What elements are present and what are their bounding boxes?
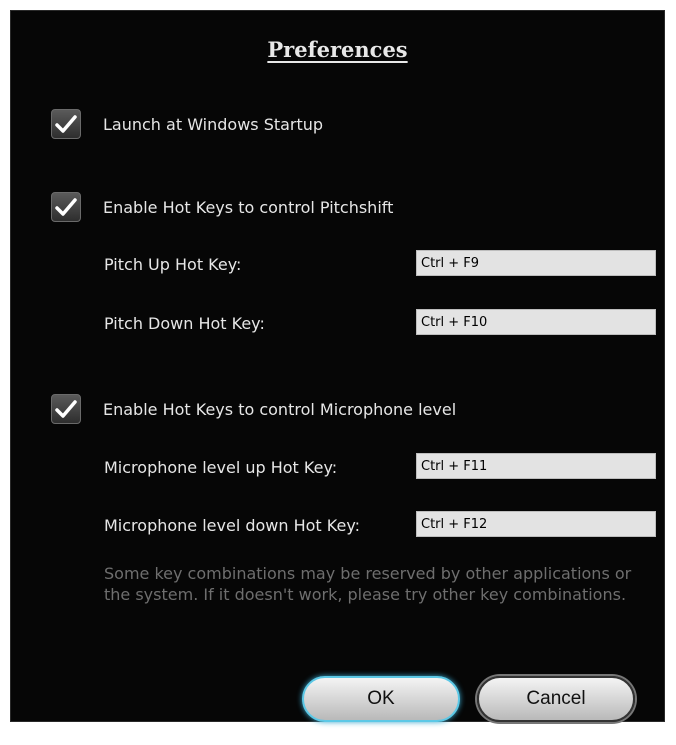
pitch-up-label: Pitch Up Hot Key: bbox=[104, 255, 242, 274]
preferences-dialog: Preferences Launch at Windows Startup En… bbox=[10, 10, 665, 722]
mic-hotkeys-option[interactable]: Enable Hot Keys to control Microphone le… bbox=[51, 394, 456, 424]
pitch-hotkeys-option[interactable]: Enable Hot Keys to control Pitchshift bbox=[51, 192, 393, 222]
mic-up-hotkey-field[interactable] bbox=[416, 453, 656, 479]
pitch-down-hotkey-field[interactable] bbox=[416, 309, 656, 335]
ok-button[interactable]: OK bbox=[302, 676, 460, 722]
mic-down-label: Microphone level down Hot Key: bbox=[104, 516, 361, 535]
pitch-hotkeys-label: Enable Hot Keys to control Pitchshift bbox=[103, 197, 394, 217]
hotkey-warning-note: Some key combinations may be reserved by… bbox=[104, 564, 632, 604]
pitch-down-label: Pitch Down Hot Key: bbox=[104, 314, 265, 333]
mic-hotkeys-label: Enable Hot Keys to control Microphone le… bbox=[103, 399, 457, 419]
mic-down-hotkey-field[interactable] bbox=[416, 511, 656, 537]
launch-startup-label: Launch at Windows Startup bbox=[103, 114, 324, 134]
checkmark-icon bbox=[55, 115, 77, 133]
mic-up-label: Microphone level up Hot Key: bbox=[104, 458, 338, 477]
launch-startup-option[interactable]: Launch at Windows Startup bbox=[51, 109, 323, 139]
mic-hotkeys-checkbox[interactable] bbox=[51, 394, 81, 424]
dialog-title: Preferences bbox=[267, 37, 408, 62]
checkmark-icon bbox=[55, 400, 77, 418]
checkmark-icon bbox=[55, 198, 77, 216]
pitch-hotkeys-checkbox[interactable] bbox=[51, 192, 81, 222]
launch-startup-checkbox[interactable] bbox=[51, 109, 81, 139]
cancel-button[interactable]: Cancel bbox=[477, 676, 635, 722]
pitch-up-hotkey-field[interactable] bbox=[416, 250, 656, 276]
